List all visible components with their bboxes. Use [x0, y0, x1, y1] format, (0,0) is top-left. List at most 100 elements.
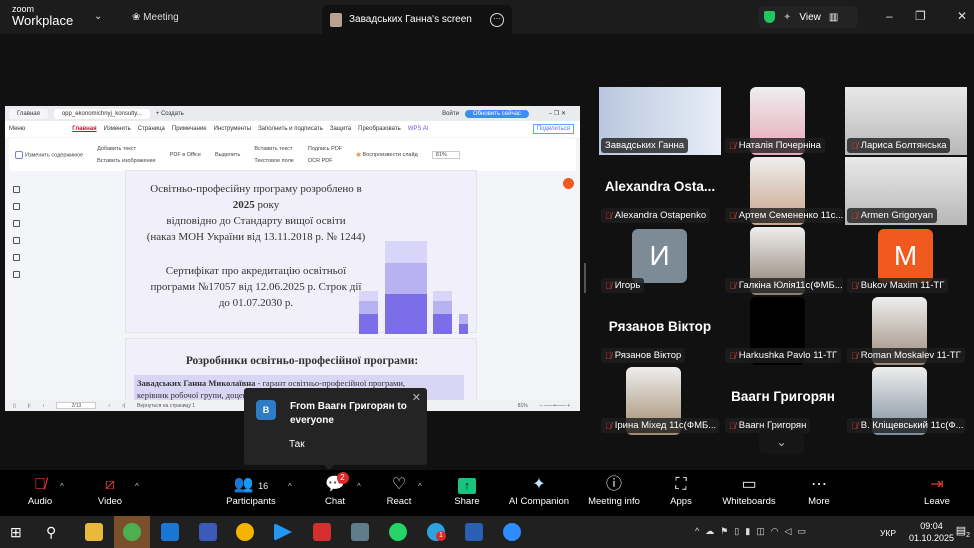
participant-tile[interactable]: 🎙̸ Roman Moskalev 11-ТГ: [845, 297, 967, 365]
participant-tile[interactable]: 🎙̸ В. Кліщевський 11с(Ф...: [845, 367, 967, 435]
participant-tile[interactable]: Ваагн Григорян 🎙̸ Ваагн Григорян: [723, 367, 843, 435]
app-icon[interactable]: [274, 523, 292, 541]
menu-item[interactable]: Преобразовать: [358, 126, 401, 132]
whiteboards-button[interactable]: ▭ Whiteboards: [720, 474, 778, 507]
login-button[interactable]: Войти: [442, 111, 459, 117]
audio-button[interactable]: 🎙̸ Audio: [22, 474, 58, 507]
close-icon[interactable]: ✕: [412, 391, 421, 404]
menu-item[interactable]: Примечание: [172, 126, 207, 132]
tab-home[interactable]: Главная: [9, 108, 48, 119]
prev-page-button[interactable]: ‹: [43, 403, 45, 409]
apps-button[interactable]: ⛶ Apps: [666, 474, 696, 507]
meeting-tab[interactable]: ❀ Meeting: [132, 12, 179, 23]
share-screen-tab[interactable]: Завадських Ганна's screen ···: [322, 5, 512, 34]
update-button[interactable]: Обновить сейчас: [464, 109, 529, 118]
page-number-input[interactable]: 2/13: [56, 402, 97, 409]
bookmark-icon[interactable]: [12, 186, 20, 193]
whatsapp-icon[interactable]: [389, 523, 407, 541]
participant-tile[interactable]: 🎙̸ Ірина Міхед 11с(ФМБ...: [599, 367, 721, 435]
participant-tile[interactable]: 🎙̸ Armen Grigoryan: [845, 157, 967, 225]
participant-tile[interactable]: 🎙̸ Наталія Почерніна: [723, 87, 843, 155]
more-button[interactable]: ⋯ More: [804, 474, 834, 507]
back-to-page-link[interactable]: Вернуться на страницу 1: [137, 403, 195, 409]
language-indicator[interactable]: УКР: [880, 528, 896, 538]
acrobat-icon[interactable]: [313, 523, 331, 541]
video-caret[interactable]: ^: [135, 482, 139, 491]
wps-float-icon[interactable]: [563, 178, 574, 189]
chrome-icon[interactable]: [123, 523, 141, 541]
maximize-button[interactable]: ❐: [915, 9, 926, 23]
system-tray-icons[interactable]: ^☁⚑▯▮◫◠◁▭: [695, 526, 812, 537]
view-button[interactable]: View: [799, 12, 821, 23]
ribbon-item[interactable]: Изменить содержимое: [15, 150, 83, 159]
participant-tile[interactable]: И 🎙̸ Игорь: [599, 227, 721, 295]
tab-document[interactable]: opp_ekonomichnyj_konsulty...: [53, 108, 150, 119]
participant-tile[interactable]: 🎙̸ Галкіна Юлія11с(ФМБ...: [723, 227, 843, 295]
participant-tile[interactable]: 🎙̸ Лариса Болтянська: [845, 87, 967, 155]
ribbon-item[interactable]: ◉ Воспроизвести слайд: [356, 152, 418, 158]
participant-tile[interactable]: Alexandra Osta... 🎙̸ Alexandra Ostapenko: [599, 157, 721, 225]
ribbon-item[interactable]: Вставить текст Текстовое поле: [254, 143, 294, 167]
app-icon[interactable]: [199, 523, 217, 541]
ribbon-item[interactable]: PDF в Office: [170, 152, 201, 158]
participant-tile[interactable]: 🎙̸ Артем Семененко 11с...: [723, 157, 843, 225]
menu-item[interactable]: Меню: [9, 126, 25, 132]
leave-button[interactable]: ⇥ Leave: [922, 474, 952, 507]
app-icon[interactable]: [236, 523, 254, 541]
menu-item[interactable]: WPS AI: [408, 126, 429, 132]
minimize-button[interactable]: –: [886, 9, 893, 23]
telegram-icon[interactable]: 1: [427, 523, 446, 541]
menu-item[interactable]: Заполнить и подписать: [258, 126, 323, 132]
participant-tile[interactable]: M 🎙̸ Bukov Maxim 11-ТГ: [845, 227, 967, 295]
search-icon[interactable]: ⚲: [46, 523, 64, 541]
clock[interactable]: 09:04 01.10.2025: [909, 520, 954, 544]
share-doc-button[interactable]: Поделиться: [532, 124, 574, 134]
zoom-slider[interactable]: – ——•—— +: [540, 403, 570, 409]
video-button[interactable]: ⧄ Video: [92, 474, 128, 507]
participants-caret[interactable]: ^: [288, 482, 292, 491]
chat-caret[interactable]: ^: [357, 482, 361, 491]
split-handle[interactable]: [584, 263, 586, 293]
attach-icon[interactable]: [12, 237, 20, 244]
ai-companion-button[interactable]: ✦ AI Companion: [506, 474, 572, 507]
ribbon-item[interactable]: Добавить текст Вставить изображение: [97, 143, 156, 167]
word-icon[interactable]: [465, 523, 483, 541]
gallery-scroll-down-button[interactable]: ⌄: [759, 430, 804, 454]
brand-chevron-icon[interactable]: ⌄: [94, 11, 102, 22]
menu-item[interactable]: Инструменты: [214, 126, 251, 132]
window-controls[interactable]: – ❐ ✕: [535, 110, 580, 117]
file-explorer-icon[interactable]: [85, 523, 103, 541]
ribbon-item[interactable]: Подпись PDF OCR PDF: [308, 143, 342, 167]
sidebar-toggle-icon[interactable]: ▯: [13, 403, 16, 409]
react-caret[interactable]: ^: [418, 482, 422, 491]
react-button[interactable]: ♡ React: [384, 474, 414, 507]
comment-icon[interactable]: [12, 220, 20, 227]
layers-icon[interactable]: [12, 271, 20, 278]
chat-notification[interactable]: В From Ваагн Григорян to everyone Так ✕: [244, 388, 427, 470]
chat-button[interactable]: 💬 2 Chat: [320, 472, 350, 507]
share-button[interactable]: ↑ Share: [452, 474, 482, 507]
ai-sparkle-icon[interactable]: ✦: [783, 12, 791, 23]
next-page-button[interactable]: ›: [108, 403, 110, 409]
menu-item[interactable]: Главная: [72, 126, 96, 132]
menu-item[interactable]: Страница: [138, 126, 165, 132]
menu-item[interactable]: Защита: [330, 126, 351, 132]
last-page-button[interactable]: ›|: [122, 403, 125, 409]
zoom-select[interactable]: 81%: [431, 150, 460, 159]
first-page-button[interactable]: |‹: [28, 403, 31, 409]
security-shield-icon[interactable]: [764, 11, 775, 23]
windows-start-icon[interactable]: ⊞: [10, 523, 28, 541]
meeting-info-button[interactable]: ⓘ Meeting info: [584, 474, 644, 507]
calculator-icon[interactable]: [351, 523, 369, 541]
participant-tile[interactable]: 🎙̸ Harkushka Pavlo 11-ТГ: [723, 297, 843, 365]
tab-new[interactable]: + Создать: [156, 111, 184, 117]
audio-caret[interactable]: ^: [60, 482, 64, 491]
participants-button[interactable]: 👥 16 Participants: [222, 474, 280, 507]
thumbnail-icon[interactable]: [12, 203, 20, 210]
notifications-icon[interactable]: ▤2: [956, 524, 970, 539]
close-button[interactable]: ✕: [957, 9, 967, 23]
participant-tile[interactable]: Завадських Ганна: [599, 87, 721, 155]
ribbon-item[interactable]: Выделить: [215, 152, 240, 158]
more-options-icon[interactable]: ···: [490, 12, 504, 27]
participant-tile[interactable]: Рязанов Віктор 🎙̸ Рязанов Віктор: [599, 297, 721, 365]
